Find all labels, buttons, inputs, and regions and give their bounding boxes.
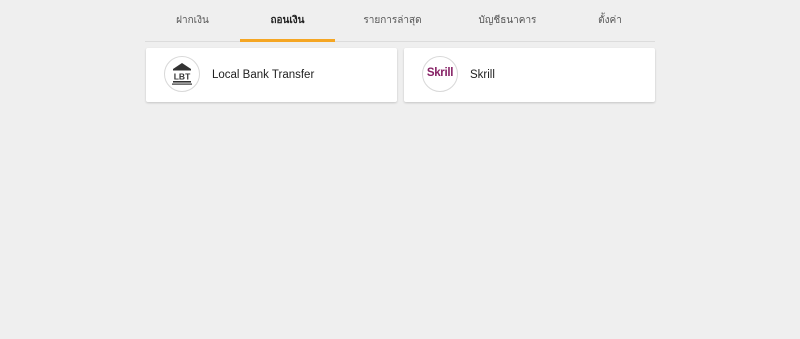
tab-bank-accounts[interactable]: บัญชีธนาคาร (450, 0, 565, 42)
tab-deposit[interactable]: ฝากเงิน (145, 0, 240, 42)
method-label-skrill: Skrill (470, 69, 495, 81)
tab-recent-transactions[interactable]: รายการล่าสุด (335, 0, 450, 42)
method-card-skrill[interactable]: Skrill Skrill (404, 48, 655, 102)
bank-logo-text: LBT (174, 72, 191, 82)
bank-icon: LBT (164, 56, 200, 92)
skrill-logo-text: Skrill (426, 67, 454, 79)
active-tab-indicator (240, 39, 335, 42)
tab-bar: ฝากเงิน ถอนเงิน รายการล่าสุด บัญชีธนาคาร… (145, 0, 655, 42)
tab-withdraw[interactable]: ถอนเงิน (240, 0, 335, 42)
method-label-local-bank-transfer: Local Bank Transfer (212, 69, 315, 81)
method-card-local-bank-transfer[interactable]: LBT Local Bank Transfer (146, 48, 397, 102)
tab-settings[interactable]: ตั้งค่า (565, 0, 655, 42)
skrill-logo-icon: Skrill (422, 56, 458, 92)
